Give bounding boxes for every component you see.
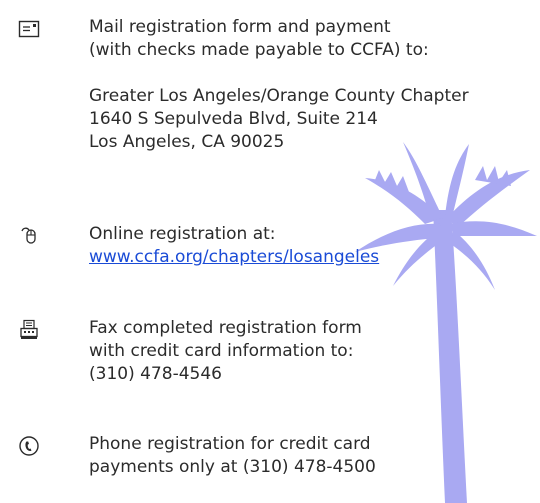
computer-mouse-icon — [21, 227, 36, 244]
city-state-zip: Los Angeles, CA 90025 — [89, 132, 285, 152]
phone-instructions: Phone registration for credit card payme… — [89, 433, 376, 479]
chapter-website-link[interactable]: www.ccfa.org/chapters/losangeles — [89, 246, 379, 269]
street-address: 1640 S Sepulveda Blvd, Suite 214 — [89, 109, 378, 129]
fax-number: (310) 478-4546 — [89, 364, 222, 384]
text-line: Fax completed registration form — [89, 318, 362, 338]
text-line: Mail registration form and payment — [89, 17, 391, 37]
chapter-name: Greater Los Angeles/Orange County Chapte… — [89, 86, 469, 106]
mail-instructions: Mail registration form and payment (with… — [89, 16, 469, 154]
text-line: Online registration at: — [89, 224, 276, 244]
fax-instructions: Fax completed registration form with cre… — [89, 317, 362, 386]
fax-machine-icon — [20, 319, 38, 339]
text-line: Phone registration for credit card — [89, 434, 371, 454]
envelope-icon — [18, 20, 40, 38]
phone-number-line: payments only at (310) 478-4500 — [89, 457, 376, 477]
online-instructions: Online registration at: www.ccfa.org/cha… — [89, 223, 379, 269]
telephone-icon — [19, 436, 39, 456]
text-line: with credit card information to: — [89, 341, 354, 361]
text-line: (with checks made payable to CCFA) to: — [89, 40, 429, 60]
